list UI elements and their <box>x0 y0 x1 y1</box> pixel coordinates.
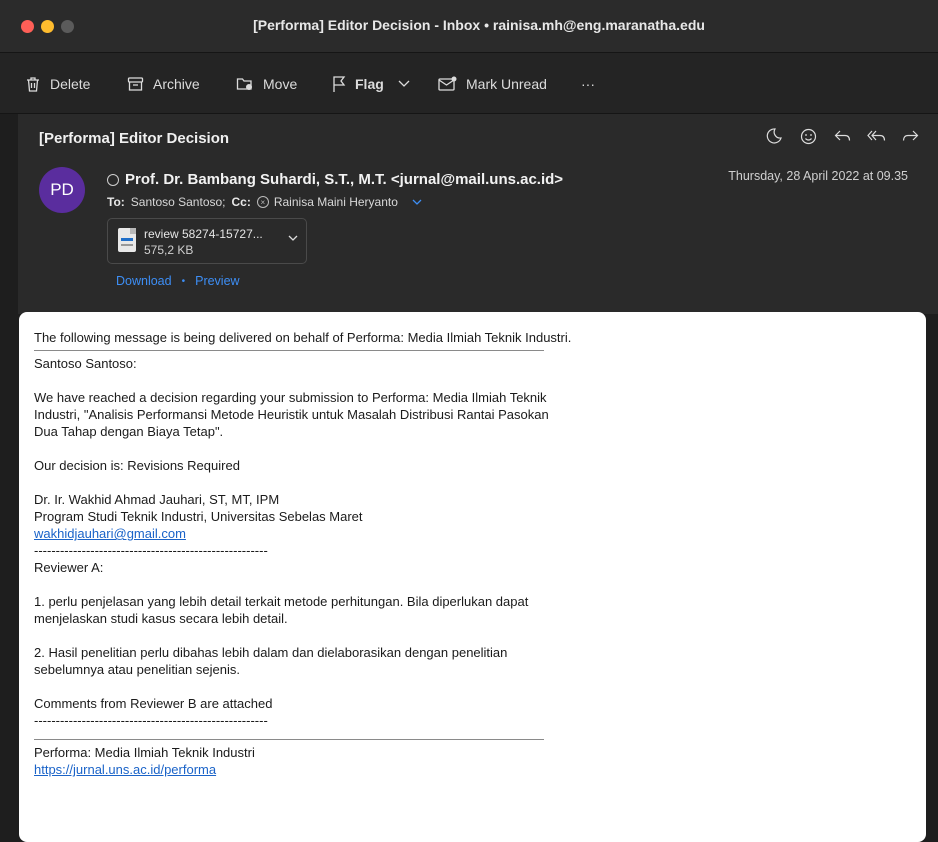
move-label: Move <box>263 76 298 92</box>
emoji-icon[interactable] <box>798 126 818 146</box>
sender-name: Prof. Dr. Bambang Suhardi, S.T., M.T. <j… <box>125 171 564 188</box>
reviewer-comment-1: 1. perlu penjelasan yang lebih detail te… <box>34 594 529 626</box>
cc-label: Cc: <box>231 195 251 209</box>
to-label: To: <box>107 195 125 209</box>
header-actions <box>764 126 920 146</box>
reviewer-b-note: Comments from Reviewer B are attached <box>34 696 273 711</box>
attachment-links: Download • Preview <box>116 274 240 288</box>
message-header: [Performa] Editor Decision PD Prof. Dr. … <box>18 114 938 314</box>
mark-unread-button[interactable]: Mark Unread <box>438 73 547 95</box>
reviewer-comment-2: 2. Hasil penelitian perlu dibahas lebih … <box>34 645 508 677</box>
footer-name: Performa: Media Ilmiah Teknik Industri <box>34 745 255 760</box>
delete-button[interactable]: Delete <box>25 73 90 95</box>
flag-button[interactable]: Flag <box>332 73 410 95</box>
message-text: The following message is being delivered… <box>34 329 574 778</box>
signer-name: Dr. Ir. Wakhid Ahmad Jauhari, ST, MT, IP… <box>34 492 280 507</box>
message-subject: [Performa] Editor Decision <box>39 130 230 147</box>
avatar[interactable]: PD <box>39 167 85 213</box>
preview-link[interactable]: Preview <box>195 274 239 288</box>
mark-unread-label: Mark Unread <box>466 76 547 92</box>
more-label: ··· <box>581 76 595 92</box>
intro-text: The following message is being delivered… <box>34 330 572 345</box>
message-body: The following message is being delivered… <box>19 312 926 842</box>
toolbar: Delete Archive Move Flag Mark Unread ··· <box>0 53 938 114</box>
signer-email-link[interactable]: wakhidjauhari@gmail.com <box>34 526 186 541</box>
attachment-card[interactable]: review 58274-15727... 575,2 KB <box>107 218 307 264</box>
expand-recipients-chevron-icon[interactable] <box>412 199 422 206</box>
forward-icon[interactable] <box>900 126 920 146</box>
more-actions-button[interactable]: ··· <box>581 73 595 95</box>
dot-separator: • <box>181 275 186 287</box>
attachment-size: 575,2 KB <box>144 243 194 257</box>
reply-icon[interactable] <box>832 126 852 146</box>
flag-icon <box>333 75 346 92</box>
flag-label: Flag <box>355 76 384 92</box>
to-recipient[interactable]: Santoso Santoso; <box>131 195 226 209</box>
attachment-name: review 58274-15727... <box>144 227 263 241</box>
sender[interactable]: Prof. Dr. Bambang Suhardi, S.T., M.T. <j… <box>107 171 563 188</box>
message-date: Thursday, 28 April 2022 at 09.35 <box>728 169 908 183</box>
archive-label: Archive <box>153 76 200 92</box>
archive-icon <box>127 77 144 91</box>
left-margin <box>0 114 18 831</box>
salutation: Santoso Santoso: <box>34 356 137 371</box>
trash-icon <box>27 76 39 92</box>
reviewer-a-heading: Reviewer A: <box>34 560 104 575</box>
recipients: To: Santoso Santoso; Cc: × Rainisa Maini… <box>107 195 422 209</box>
footer-divider <box>34 739 544 740</box>
cc-recipient[interactable]: Rainisa Maini Heryanto <box>274 195 398 209</box>
move-button[interactable]: Move <box>236 73 297 95</box>
signer-affiliation: Program Studi Teknik Industri, Universit… <box>34 509 363 524</box>
document-icon <box>118 228 136 252</box>
delete-label: Delete <box>50 76 91 92</box>
decision-text: Our decision is: Revisions Required <box>34 458 240 473</box>
download-link[interactable]: Download <box>116 274 172 288</box>
chevron-down-icon[interactable] <box>288 235 298 242</box>
window-title: [Performa] Editor Decision - Inbox • rai… <box>253 17 705 33</box>
decision-paragraph: We have reached a decision regarding you… <box>34 390 549 439</box>
chevron-down-icon[interactable] <box>398 80 410 88</box>
footer-url-link[interactable]: https://jurnal.uns.ac.id/performa <box>34 762 216 777</box>
unread-circle-icon <box>107 173 119 186</box>
envelope-dot-icon <box>438 76 457 91</box>
dash-separator-2: ----------------------------------------… <box>34 713 268 728</box>
divider <box>34 350 544 351</box>
remove-circle-icon: × <box>256 196 269 208</box>
dash-separator: ----------------------------------------… <box>34 543 268 558</box>
archive-button[interactable]: Archive <box>127 73 200 95</box>
title-bar: [Performa] Editor Decision - Inbox • rai… <box>0 0 938 53</box>
moon-icon[interactable] <box>764 126 784 146</box>
reply-all-icon[interactable] <box>866 126 886 146</box>
move-folder-icon <box>236 78 252 90</box>
